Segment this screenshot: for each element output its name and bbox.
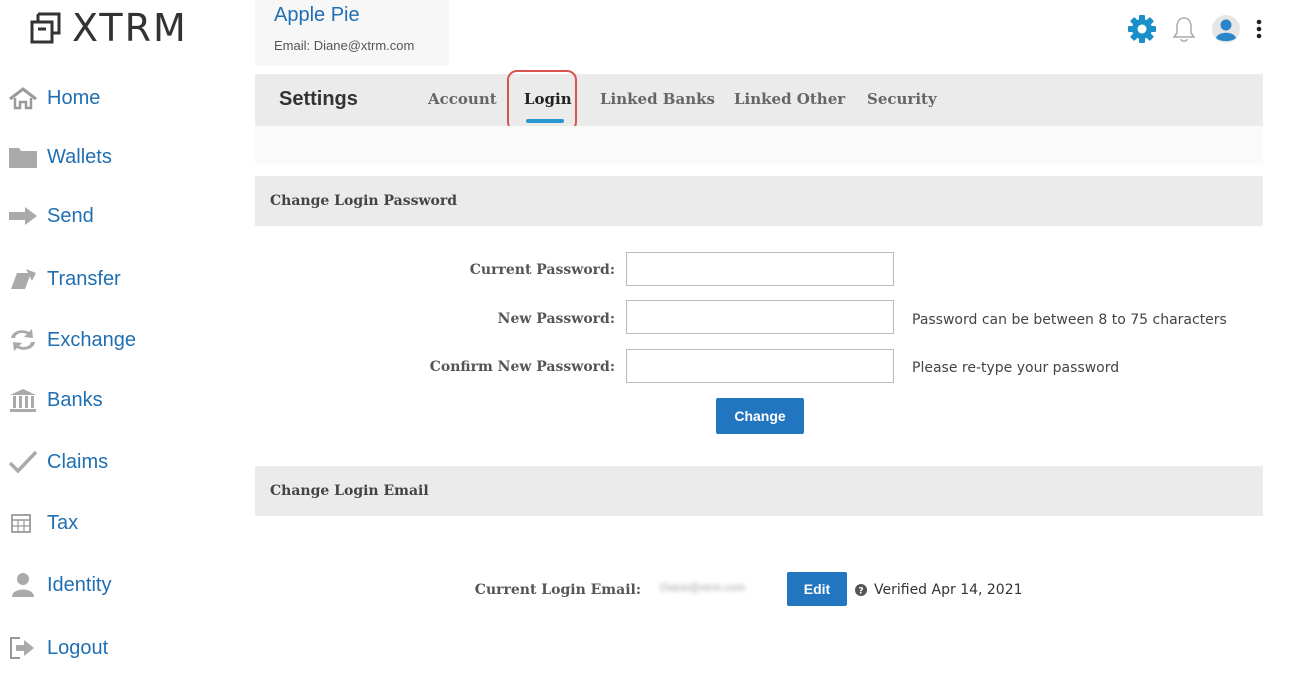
new-password-input[interactable] — [626, 300, 894, 334]
sidebar-item-label: Transfer — [47, 267, 121, 290]
home-icon — [8, 85, 38, 111]
header-icons — [1127, 14, 1263, 44]
user-account-box[interactable]: Apple Pie Email: Diane@xtrm.com — [255, 0, 449, 66]
tab-content-band — [255, 126, 1263, 164]
password-section-header: Change Login Password — [255, 176, 1263, 226]
sidebar-item-claims[interactable]: Claims — [8, 442, 108, 482]
xtrm-logo-icon — [30, 12, 61, 44]
folder-icon — [8, 144, 38, 170]
new-password-hint: Password can be between 8 to 75 characte… — [912, 312, 1227, 328]
current-email-value: Diane@xtrm.com — [660, 582, 746, 594]
sidebar-item-tax[interactable]: Tax — [8, 503, 78, 543]
sidebar-item-label: Identity — [47, 573, 112, 596]
sidebar-item-label: Wallets — [47, 145, 112, 168]
tab-linked-banks[interactable]: Linked Banks — [600, 90, 715, 108]
gear-icon[interactable] — [1127, 14, 1157, 44]
settings-title: Settings — [279, 88, 358, 110]
login-tab-highlight — [507, 70, 577, 132]
sidebar-item-transfer[interactable]: Transfer — [8, 259, 121, 299]
transfer-icon — [8, 266, 38, 292]
tab-linked-other[interactable]: Linked Other — [734, 90, 845, 108]
calculator-icon — [8, 510, 38, 536]
sidebar-item-exchange[interactable]: Exchange — [8, 320, 136, 360]
logout-icon — [8, 635, 38, 661]
sidebar-item-label: Home — [47, 86, 101, 109]
user-name: Apple Pie — [274, 4, 360, 26]
email-section-header: Change Login Email — [255, 466, 1263, 516]
person-icon — [8, 572, 38, 598]
edit-email-button[interactable]: Edit — [787, 572, 847, 606]
email-section-title: Change Login Email — [270, 483, 429, 499]
sidebar-item-logout[interactable]: Logout — [8, 628, 108, 668]
sidebar-item-label: Banks — [47, 388, 103, 411]
sidebar-item-banks[interactable]: Banks — [8, 380, 103, 420]
tab-security[interactable]: Security — [867, 90, 937, 108]
sidebar-item-label: Send — [47, 204, 94, 227]
sidebar-item-send[interactable]: Send — [8, 196, 94, 236]
tab-account[interactable]: Account — [428, 90, 497, 108]
exchange-icon — [8, 327, 38, 353]
checkmark-icon — [8, 449, 38, 475]
confirm-password-label: Confirm New Password: — [429, 359, 615, 375]
user-email: Email: Diane@xtrm.com — [274, 38, 415, 53]
current-email-label: Current Login Email: — [474, 582, 641, 598]
arrow-right-icon — [8, 203, 38, 229]
sidebar-item-home[interactable]: Home — [8, 78, 100, 118]
confirm-password-input[interactable] — [626, 349, 894, 383]
sidebar-item-identity[interactable]: Identity — [8, 565, 111, 605]
user-avatar-icon[interactable] — [1211, 14, 1241, 44]
new-password-label: New Password: — [497, 311, 615, 327]
logo-text: XTRM — [72, 6, 188, 50]
current-password-input[interactable] — [626, 252, 894, 286]
bell-icon[interactable] — [1171, 14, 1197, 44]
more-vertical-icon[interactable] — [1255, 17, 1263, 41]
change-password-button[interactable]: Change — [716, 398, 804, 434]
sidebar-item-label: Exchange — [47, 328, 136, 351]
confirm-password-hint: Please re-type your password — [912, 360, 1120, 376]
verified-date-text: Verified Apr 14, 2021 — [874, 582, 1023, 598]
sidebar-item-wallets[interactable]: Wallets — [8, 137, 112, 177]
password-section-title: Change Login Password — [270, 193, 458, 209]
current-password-label: Current Password: — [469, 262, 615, 278]
svg-text:?: ? — [858, 587, 863, 597]
settings-tab-bar: Settings Account Login Linked Banks Link… — [255, 74, 1263, 126]
xtrm-logo[interactable]: XTRM — [28, 6, 188, 50]
email-verified-status: ? Verified Apr 14, 2021 — [855, 582, 1023, 598]
sidebar-item-label: Tax — [47, 511, 79, 534]
help-circle-icon[interactable]: ? — [855, 584, 867, 596]
bank-icon — [8, 387, 38, 413]
sidebar-item-label: Logout — [47, 636, 109, 659]
sidebar-item-label: Claims — [47, 450, 109, 473]
